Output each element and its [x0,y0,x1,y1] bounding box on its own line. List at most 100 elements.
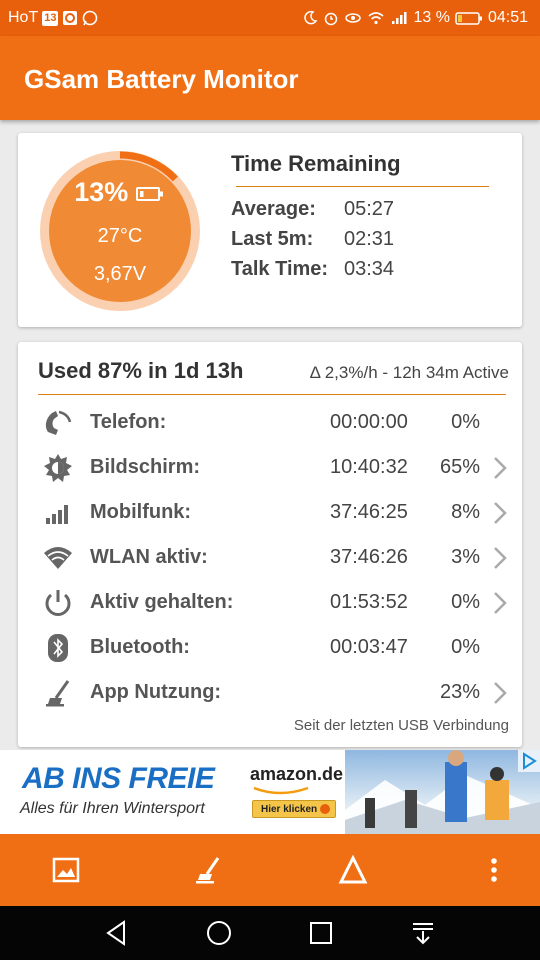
ad-subline: Alles für Ihren Wintersport [20,800,205,817]
row-name: Aktiv gehalten: [90,591,234,613]
time-remaining-row: Average: 05:27 [231,198,394,221]
whatsapp-icon [83,10,98,26]
row-percent: 0% [451,636,480,658]
power-icon [45,590,71,616]
moon-icon [304,10,318,25]
row-percent: 23% [439,681,480,703]
row-name: Bildschirm: [90,456,201,478]
usage-footer-note: Seit der letzten USB Verbindung [293,717,509,734]
eye-icon [345,13,362,23]
ad-choices-icon[interactable] [518,750,540,772]
row-label: Average: [231,198,316,220]
row-label: Last 5m: [231,228,314,250]
usage-row-telefon: Telefon: 00:00:00 0% [18,402,522,442]
row-time: 10:40:32 [330,456,408,478]
row-percent: 3% [451,546,480,568]
usage-row-bildschirm[interactable]: Bildschirm: 10:40:32 65% [18,447,522,487]
row-time: 37:46:26 [330,546,408,568]
row-time: 00:00:00 [330,411,408,433]
ad-banner[interactable]: AB INS FREIE Alles für Ihren Wintersport… [0,750,540,834]
row-name: Telefon: [90,411,167,433]
usage-rate: Δ 2,3%/h - 12h 34m Active [309,363,509,382]
home-icon[interactable] [204,918,234,948]
app-usage-icon [46,680,70,707]
time-remaining-title: Time Remaining [231,151,401,176]
carrier-text: HoT [8,9,39,26]
ad-cta-label: Hier klicken [261,804,318,815]
bottom-action-bar [0,834,540,906]
q-app-icon [63,11,78,25]
ad-brand: amazon.de [250,764,344,784]
play-icon [319,804,330,815]
chevron-right-icon[interactable] [492,590,508,616]
row-value: 05:27 [344,198,395,220]
time-remaining-row: Talk Time: 03:34 [231,258,394,281]
row-value: 03:34 [344,258,395,280]
usage-row-wlan[interactable]: WLAN aktiv: 37:46:26 3% [18,537,522,577]
app-bar: GSam Battery Monitor [0,36,540,120]
status-left: HoT 13 [8,9,98,27]
gauge-percent-row: 13% [38,177,202,208]
ski-scene-image [345,750,540,834]
row-name: Bluetooth: [90,636,190,658]
usage-title: Used 87% in 1d 13h [38,358,244,383]
usage-card: Used 87% in 1d 13h Δ 2,3%/h - 12h 34m Ac… [18,342,522,747]
clock-text: 04:51 [487,9,528,26]
recents-icon[interactable] [306,918,336,948]
notification-pulldown-icon[interactable] [408,918,438,948]
app-title: GSam Battery Monitor [24,64,299,94]
usage-divider [38,394,506,395]
amazon-smile-icon [253,786,309,795]
delta-icon[interactable] [335,852,371,888]
gauge-temperature: 27°C [97,225,143,247]
usage-row-app-nutzung[interactable]: App Nutzung: 23% [18,672,522,712]
battery-icon [135,186,163,201]
row-percent: 0% [451,411,480,433]
bluetooth-icon [48,634,68,662]
ad-headline: AB INS FREIE [22,762,215,795]
time-remaining-row: Last 5m: 02:31 [231,228,394,251]
app-usage-nav-icon[interactable] [190,852,226,888]
usage-row-bluetooth: Bluetooth: 00:03:47 0% [18,627,522,667]
time-remaining-divider [236,186,489,187]
gauge-percent: 13% [74,177,129,207]
more-vert-icon[interactable] [476,852,512,888]
status-right: 13 % 04:51 [302,9,528,27]
row-time: 01:53:52 [330,591,408,613]
chevron-right-icon[interactable] [492,500,508,526]
ad-text-area: AB INS FREIE Alles für Ihren Wintersport [0,750,240,834]
row-name: Mobilfunk: [90,501,192,523]
system-nav-bar [0,906,540,960]
phone-icon [45,410,72,435]
signal-status-icon [392,12,407,24]
notification-badge: 13 [42,10,59,26]
usage-row-aktiv-gehalten[interactable]: Aktiv gehalten: 01:53:52 0% [18,582,522,622]
row-time: 00:03:47 [330,636,408,658]
row-time: 37:46:25 [330,501,408,523]
chevron-right-icon[interactable] [492,680,508,706]
back-icon[interactable] [102,918,132,948]
chevron-right-icon[interactable] [492,455,508,481]
chevron-right-icon[interactable] [492,545,508,571]
battery-gauge: 13% 27°C 3,67V [38,149,202,313]
image-icon[interactable] [48,852,84,888]
wifi-status-icon [368,12,385,25]
brightness-icon [44,454,72,482]
gauge-voltage: 3,67V [93,263,147,285]
signal-bars-icon [46,505,68,524]
row-percent: 0% [451,591,480,613]
alarm-icon [325,12,338,26]
ad-image [345,750,540,834]
wifi-icon [44,547,72,569]
ad-cta-button[interactable]: Hier klicken [252,800,336,818]
summary-card[interactable]: 13% 27°C 3,67V Time Remaining Average: 05… [18,133,522,327]
row-name: WLAN aktiv: [90,546,208,568]
row-percent: 8% [451,501,480,523]
row-percent: 65% [439,456,480,478]
row-name: App Nutzung: [90,681,222,703]
battery-percent-text: 13 % [413,9,450,26]
usage-row-mobilfunk[interactable]: Mobilfunk: 37:46:25 8% [18,492,522,532]
row-value: 02:31 [344,228,395,250]
row-label: Talk Time: [231,258,329,280]
battery-status-icon [455,12,482,25]
